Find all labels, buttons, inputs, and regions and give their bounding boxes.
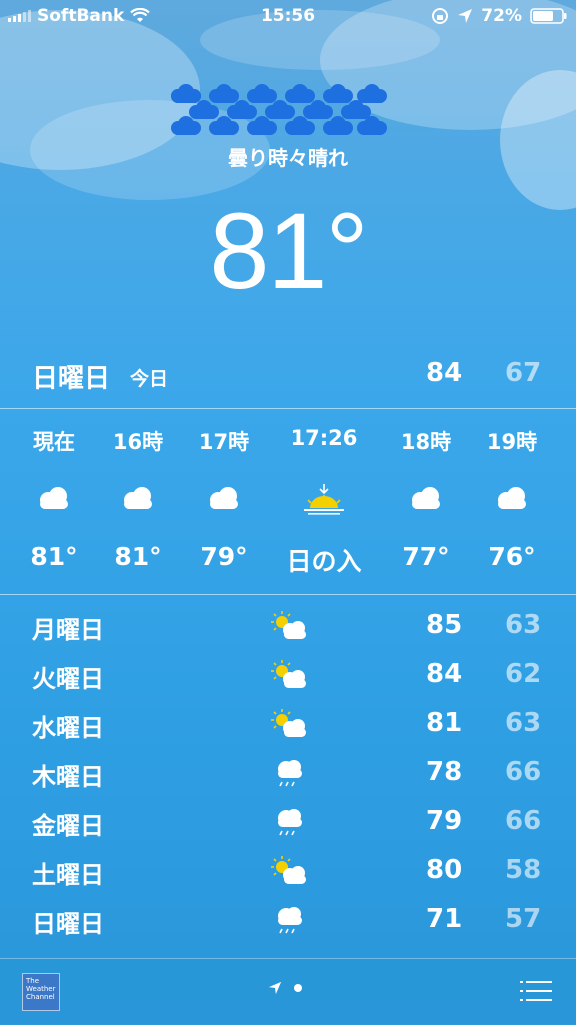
- daily-row: 日曜日 71 57: [0, 896, 576, 945]
- today-high: 84: [426, 358, 463, 388]
- cloud-icon: [498, 487, 526, 509]
- partly-sunny-icon: [271, 660, 306, 688]
- hour-temp: 81°: [114, 542, 162, 571]
- hourly-item: 現在 81°: [6, 410, 102, 594]
- hour-label: 17時: [198, 430, 250, 454]
- today-label: 今日: [130, 368, 169, 390]
- day-name: 水曜日: [32, 714, 104, 742]
- day-high: 80: [426, 855, 463, 885]
- daily-forecast[interactable]: 月曜日 85 63 火曜日 84 62 水曜日 81 63 木曜日 78 66 …: [0, 602, 576, 945]
- hour-label: 18時: [400, 430, 452, 454]
- rain-icon: [278, 809, 302, 836]
- day-name: 月曜日: [32, 616, 104, 644]
- hour-temp: 77°: [402, 542, 450, 571]
- day-low: 63: [505, 708, 542, 738]
- day-low: 58: [505, 855, 542, 885]
- hour-temp: 81°: [30, 542, 78, 571]
- page-indicator[interactable]: [268, 981, 302, 995]
- daily-row: 水曜日 81 63: [0, 700, 576, 749]
- day-name: 火曜日: [32, 665, 104, 693]
- cloud-icon: [40, 487, 68, 509]
- page-dot: [294, 984, 302, 992]
- cloud-icon: [210, 487, 238, 509]
- hourly-item: 18時 77°: [378, 410, 474, 594]
- day-high: 85: [426, 610, 463, 640]
- sunset-icon: [304, 484, 344, 515]
- list-icon[interactable]: [520, 979, 552, 1003]
- today-day: 日曜日: [32, 364, 111, 394]
- hour-temp: 日の入: [286, 547, 362, 576]
- cloud-icon: [412, 487, 440, 509]
- battery-percent: 72%: [481, 6, 522, 26]
- current-temperature: 81°: [209, 190, 368, 311]
- divider: [0, 408, 576, 409]
- status-bar: SoftBank 15:56 72%: [0, 0, 576, 32]
- partly-sunny-icon: [271, 709, 306, 737]
- today-summary: 日曜日 今日 84 67: [0, 352, 576, 398]
- day-high: 81: [426, 708, 463, 738]
- hour-label: 現在: [33, 430, 75, 454]
- hour-label: 17:26: [290, 426, 358, 450]
- hour-label: 16時: [112, 430, 164, 454]
- partly-sunny-icon: [271, 611, 306, 639]
- day-high: 78: [426, 757, 463, 787]
- daily-row: 金曜日 79 66: [0, 798, 576, 847]
- weather-channel-logo[interactable]: The Weather Channel: [22, 973, 60, 1011]
- day-name: 木曜日: [32, 763, 104, 791]
- divider: [0, 594, 576, 595]
- partly-sunny-icon: [271, 856, 306, 884]
- day-low: 66: [505, 757, 542, 787]
- daily-row: 火曜日 84 62: [0, 651, 576, 700]
- day-low: 66: [505, 806, 542, 836]
- daily-row: 土曜日 80 58: [0, 847, 576, 896]
- day-name: 金曜日: [32, 812, 104, 840]
- day-name: 日曜日: [32, 910, 104, 938]
- location-arrow-icon: [458, 9, 473, 23]
- hourly-item: 16時 81°: [90, 410, 186, 594]
- day-high: 71: [426, 904, 463, 934]
- location-arrow-icon: [268, 981, 282, 995]
- daily-row: 月曜日 85 63: [0, 602, 576, 651]
- hour-label: 19時: [486, 430, 538, 454]
- cloud-icon: [124, 487, 152, 509]
- current-condition: 曇り時々晴れ: [228, 146, 348, 170]
- battery-icon: [530, 8, 567, 24]
- day-low: 63: [505, 610, 542, 640]
- day-low: 62: [505, 659, 542, 689]
- hourly-forecast[interactable]: 現在 81° 16時 81° 17時 79° 17:26 日の入 18時 77°…: [0, 410, 576, 594]
- hour-temp: 76°: [488, 542, 536, 571]
- orientation-lock-icon: [432, 8, 449, 24]
- bottom-toolbar: The Weather Channel: [0, 958, 576, 1025]
- hourly-item: 17:26 日の入: [276, 410, 372, 594]
- daily-row: 木曜日 78 66: [0, 749, 576, 798]
- rain-icon: [278, 907, 302, 934]
- logo-text: The Weather Channel: [26, 977, 56, 1001]
- condition-cloud-icons: [171, 84, 387, 135]
- day-name: 土曜日: [32, 861, 104, 889]
- day-low: 57: [505, 904, 542, 934]
- day-high: 79: [426, 806, 463, 836]
- today-low: 67: [505, 358, 542, 388]
- rain-icon: [278, 760, 302, 787]
- hourly-item: 19時 76°: [464, 410, 560, 594]
- hour-temp: 79°: [200, 542, 248, 571]
- day-high: 84: [426, 659, 463, 689]
- hourly-item: 17時 79°: [176, 410, 272, 594]
